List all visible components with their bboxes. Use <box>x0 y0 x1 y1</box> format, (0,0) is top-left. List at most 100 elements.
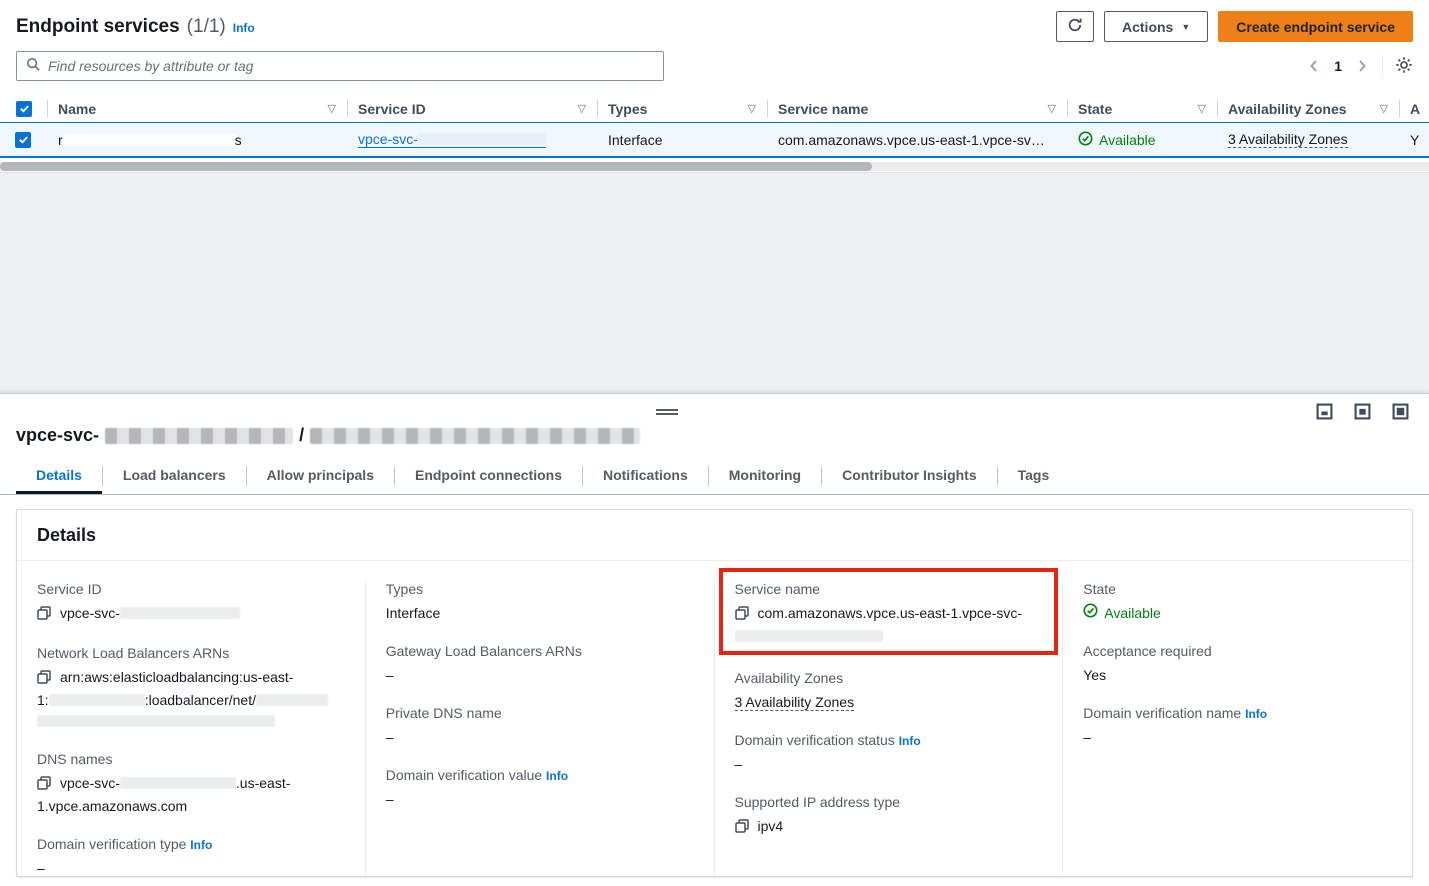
details-column-4: State Available Acceptance required Yes <box>1063 581 1412 877</box>
redacted-text <box>120 777 236 789</box>
availability-zones-popover-link[interactable]: 3 Availability Zones <box>1228 131 1348 148</box>
refresh-icon <box>1067 17 1083 36</box>
actions-button[interactable]: Actions ▼ <box>1104 11 1208 42</box>
tab-monitoring[interactable]: Monitoring <box>709 458 821 494</box>
refresh-button[interactable] <box>1056 11 1094 42</box>
field-domain-verification-value: Domain verification value Info – <box>386 767 694 810</box>
tab-load-balancers[interactable]: Load balancers <box>103 458 246 494</box>
info-link[interactable]: Info <box>546 769 568 783</box>
field-state: State Available <box>1083 581 1392 624</box>
select-all-checkbox[interactable] <box>16 101 32 117</box>
resource-count: (1/1) <box>187 16 226 38</box>
redacted-text <box>418 133 546 145</box>
row-select-cell <box>0 123 48 156</box>
column-header-service-name[interactable]: Service name ▽ <box>768 95 1068 122</box>
field-supported-ip-address-type: Supported IP address type ipv4 <box>735 794 1043 839</box>
copy-icon[interactable] <box>735 605 749 626</box>
page-header: Endpoint services (1/1) Info Actions ▼ C… <box>0 0 1429 42</box>
field-dns-names: DNS names vpce-svc-.us-east- 1.vpce.amaz… <box>37 751 345 817</box>
redacted-text <box>120 607 240 619</box>
table-header-row: Name ▽ Service ID ▽ Types ▽ Service name… <box>0 95 1429 122</box>
tab-notifications[interactable]: Notifications <box>583 458 708 494</box>
field-private-dns-name: Private DNS name – <box>386 705 694 748</box>
endpoint-services-table: Name ▽ Service ID ▽ Types ▽ Service name… <box>0 95 1429 171</box>
previous-page-button[interactable] <box>1306 57 1322 75</box>
table-toolbar: 1 <box>0 42 1429 81</box>
copy-icon[interactable] <box>37 605 51 626</box>
panel-position-bottom-button[interactable] <box>1311 400 1337 426</box>
sort-icon[interactable]: ▽ <box>1372 102 1388 115</box>
cell-availability-zones: 3 Availability Zones <box>1218 123 1400 156</box>
redacted-text <box>105 428 293 444</box>
cell-state: Available <box>1068 123 1218 156</box>
chevron-down-icon: ▼ <box>1181 22 1190 32</box>
field-domain-verification-type: Domain verification type Info – <box>37 836 345 877</box>
search-box[interactable] <box>16 51 664 81</box>
redacted-text <box>37 715 275 727</box>
search-icon <box>26 57 41 75</box>
column-header-name[interactable]: Name ▽ <box>48 95 348 122</box>
tab-endpoint-connections[interactable]: Endpoint connections <box>395 458 582 494</box>
tab-details[interactable]: Details <box>16 458 102 494</box>
horizontal-scrollbar[interactable] <box>0 162 1429 171</box>
service-id-link[interactable]: vpce-svc- <box>358 132 546 148</box>
info-link[interactable]: Info <box>1245 707 1267 721</box>
split-panel-title: vpce-svc- / <box>0 394 1429 446</box>
column-header-availability-zones[interactable]: Availability Zones ▽ <box>1218 95 1400 122</box>
details-column-1: Service ID vpce-svc- Network Load Balanc… <box>17 581 366 877</box>
field-service-id: Service ID vpce-svc- <box>37 581 345 626</box>
details-card-heading: Details <box>17 510 1412 561</box>
column-header-state[interactable]: State ▽ <box>1068 95 1218 122</box>
sort-icon[interactable]: ▽ <box>570 102 586 115</box>
copy-icon[interactable] <box>37 669 51 690</box>
details-card: Details Service ID vpce-svc- Network Loa… <box>16 509 1413 877</box>
page-title: Endpoint services <box>16 16 180 38</box>
column-header-acceptance-truncated[interactable]: A <box>1400 95 1429 122</box>
sort-icon[interactable]: ▽ <box>1040 102 1056 115</box>
panel-center-icon <box>1354 403 1371 423</box>
sort-icon[interactable]: ▽ <box>320 102 336 115</box>
field-availability-zones: Availability Zones 3 Availability Zones <box>735 670 1043 713</box>
panel-maximize-button[interactable] <box>1387 400 1413 426</box>
search-input[interactable] <box>48 58 654 74</box>
cell-acceptance-truncated: Y <box>1400 123 1429 156</box>
page-info-link[interactable]: Info <box>233 21 255 35</box>
gear-icon <box>1395 56 1413 77</box>
availability-zones-popover-link[interactable]: 3 Availability Zones <box>735 694 855 711</box>
column-header-service-id[interactable]: Service ID ▽ <box>348 95 598 122</box>
redacted-text <box>256 694 328 706</box>
endpoint-services-list-section: Endpoint services (1/1) Info Actions ▼ C… <box>0 0 1429 172</box>
sort-icon[interactable]: ▽ <box>1190 102 1206 115</box>
page-number[interactable]: 1 <box>1334 58 1342 74</box>
cell-name: rs <box>48 123 348 156</box>
sort-icon[interactable]: ▽ <box>740 102 756 115</box>
field-service-name-highlighted: Service name com.amazonaws.vpce.us-east-… <box>719 568 1059 655</box>
copy-icon[interactable] <box>735 818 749 839</box>
tab-allow-principals[interactable]: Allow principals <box>247 458 394 494</box>
table-row[interactable]: rs vpce-svc- Interface com.amazonaws.vpc… <box>0 122 1429 158</box>
redacted-text <box>310 428 640 444</box>
detail-tabs: Details Load balancers Allow principals … <box>0 458 1429 495</box>
tab-tags[interactable]: Tags <box>998 458 1070 494</box>
redacted-text <box>735 630 883 642</box>
info-link[interactable]: Info <box>190 838 212 852</box>
redacted-text <box>49 694 145 706</box>
info-link[interactable]: Info <box>899 734 921 748</box>
create-endpoint-service-button[interactable]: Create endpoint service <box>1218 11 1413 42</box>
row-checkbox[interactable] <box>15 132 31 148</box>
tab-contributor-insights[interactable]: Contributor Insights <box>822 458 997 494</box>
details-column-3: Service name com.amazonaws.vpce.us-east-… <box>715 581 1064 877</box>
split-panel-drag-handle[interactable] <box>656 409 678 415</box>
copy-icon[interactable] <box>37 775 51 796</box>
panel-position-side-button[interactable] <box>1349 400 1375 426</box>
next-page-button[interactable] <box>1354 57 1370 75</box>
preferences-gear-button[interactable] <box>1395 56 1413 77</box>
column-header-types[interactable]: Types ▽ <box>598 95 768 122</box>
select-all-header-cell <box>0 95 48 122</box>
field-glb-arns: Gateway Load Balancers ARNs – <box>386 643 694 686</box>
field-types: Types Interface <box>386 581 694 624</box>
field-domain-verification-status: Domain verification status Info – <box>735 732 1043 775</box>
field-acceptance-required: Acceptance required Yes <box>1083 643 1392 686</box>
panel-bottom-icon <box>1316 403 1333 423</box>
horizontal-scrollbar-thumb[interactable] <box>0 162 872 171</box>
